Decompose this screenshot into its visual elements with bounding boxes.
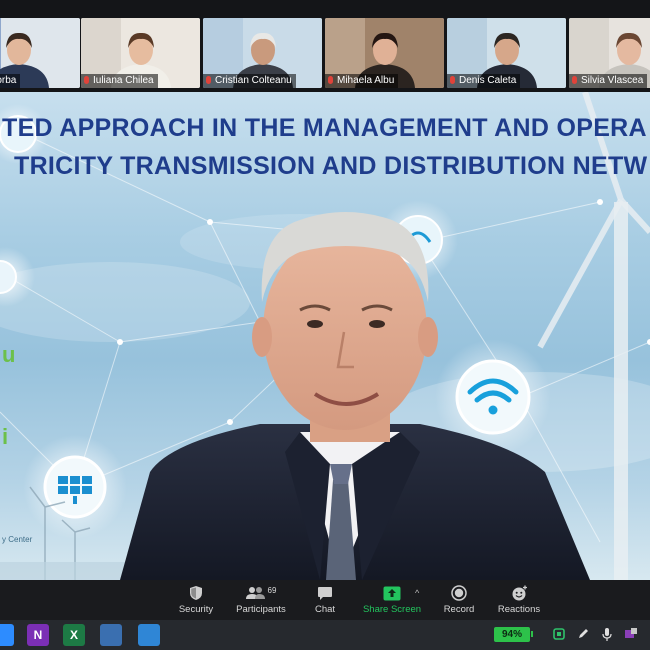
participant-strip: L. Csorba Iuliana Chilea Cristian Colteanu… [0,0,650,92]
participant-name: L. Csorba [0,75,17,86]
participant-name: Cristian Colteanu [215,75,292,86]
pen-icon[interactable] [576,627,590,641]
record-icon [451,585,467,601]
participant-name-label: Silvia Vlascea [569,74,648,88]
tray-app-icon[interactable] [552,627,566,641]
reactions-button[interactable]: Reactions [479,583,559,619]
excel-letter: X [69,628,78,642]
participant-name: Silvia Vlascea [581,75,644,86]
participant-name-label: Iuliana Chilea [81,74,158,88]
participant-tile[interactable]: Iuliana Chilea [81,18,200,88]
battery-tip [531,631,533,637]
participant-name: Denis Caleta [459,75,517,86]
shield-icon [190,586,202,600]
battery-indicator[interactable]: 94% [494,627,530,642]
slide-title-line-1: TED APPROACH IN THE MANAGEMENT AND OPERA [2,114,647,142]
muted-microphone-icon [206,76,211,84]
participant-tile[interactable]: Denis Caleta [447,18,566,88]
participant-name-label: Mihaela Albu [325,74,399,88]
participant-tile[interactable]: Mihaela Albu [325,18,444,88]
participant-name: Iuliana Chilea [93,75,154,86]
notification-app-icon[interactable] [624,627,638,641]
slide-fragment-i: i [2,424,9,449]
windows-taskbar: N X 94% [0,620,650,650]
participant-name: Mihaela Albu [337,75,395,86]
slide-title-line-2: TRICITY TRANSMISSION AND DISTRIBUTION NE… [14,152,648,180]
smiley-icon [512,585,527,601]
participant-name-label: Denis Caleta [447,74,521,88]
participants-count: 69 [267,585,277,595]
zoom-window: L. Csorba Iuliana Chilea Cristian Colteanu… [0,0,650,650]
reactions-label: Reactions [497,604,541,615]
slide-fragment-u: u [2,342,16,367]
participant-tile[interactable]: L. Csorba [0,18,80,88]
chat-bubble-icon [318,586,332,600]
participant-tile[interactable]: Cristian Colteanu [203,18,322,88]
participant-name-label: L. Csorba [0,74,21,88]
muted-microphone-icon [328,76,333,84]
participant-tile[interactable]: Silvia Vlascea [569,18,650,88]
participant-name-label: Cristian Colteanu [203,74,296,88]
share-screen-icon [383,586,401,600]
active-speaker-video: TED APPROACH IN THE MANAGEMENT AND OPERA… [0,92,650,580]
microphone-icon[interactable] [600,627,614,641]
muted-microphone-icon [450,76,455,84]
onenote-icon[interactable]: N [27,624,49,646]
zoom-icon[interactable] [0,624,14,646]
meeting-toolbar: Security 69 Participants Chat Share Scre… [0,580,650,620]
network-icon[interactable] [100,624,122,646]
photos-icon[interactable] [138,624,160,646]
slide-footer-text: y Center [2,535,33,544]
excel-icon[interactable]: X [63,624,85,646]
muted-microphone-icon [84,76,89,84]
people-icon [245,587,265,599]
onenote-letter: N [33,628,43,642]
muted-microphone-icon [572,76,577,84]
